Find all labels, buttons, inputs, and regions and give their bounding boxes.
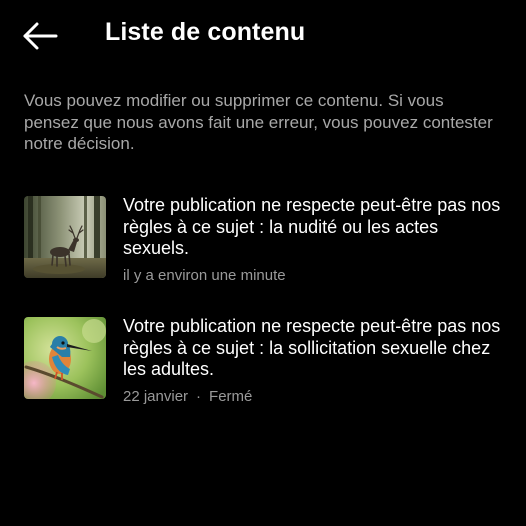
item-timestamp: il y a environ une minute	[123, 266, 286, 284]
deer-in-forest-photo	[24, 196, 106, 278]
item-title: Votre publication ne respecte peut-être …	[123, 316, 501, 379]
header: Liste de contenu	[0, 0, 526, 70]
page-title: Liste de contenu	[105, 18, 306, 46]
item-timestamp: 22 janvier	[123, 387, 189, 405]
item-status: Fermé	[209, 387, 253, 405]
kingfisher-bird-photo	[24, 317, 106, 399]
item-text: Votre publication ne respecte peut-être …	[123, 316, 508, 406]
item-meta: il y a environ une minute	[123, 266, 508, 285]
arrow-left-icon	[23, 22, 58, 50]
meta-separator: ·	[196, 387, 202, 405]
back-button[interactable]	[20, 20, 60, 52]
intro-text: Vous pouvez modifier ou supprimer ce con…	[24, 91, 493, 153]
item-title: Votre publication ne respecte peut-être …	[123, 195, 501, 258]
item-text: Votre publication ne respecte peut-être …	[123, 195, 508, 285]
item-meta: 22 janvier · Fermé	[123, 387, 508, 406]
